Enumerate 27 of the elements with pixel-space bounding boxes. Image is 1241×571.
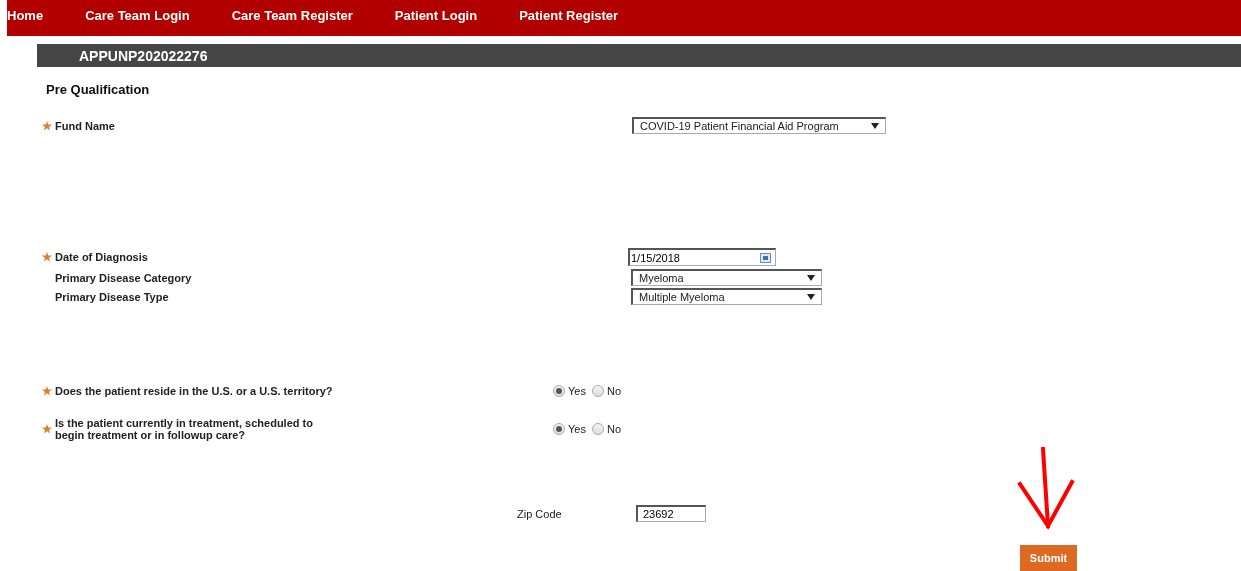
- dropdown[interactable]: COVID-19 Patient Financial Aid Program: [632, 117, 886, 134]
- radio-option[interactable]: Yes: [553, 385, 586, 397]
- nav-link[interactable]: Care Team Register: [231, 8, 353, 23]
- nav-link[interactable]: Care Team Login: [85, 8, 190, 23]
- caret-icon: [871, 123, 879, 129]
- nav-link[interactable]: Patient Login: [394, 8, 478, 23]
- field-label: Primary Disease Category: [55, 271, 192, 284]
- radio-option[interactable]: No: [591, 385, 621, 397]
- field-label: Is the patient currently in treatment, scheduled to begin treatment or in followup care?: [55, 417, 314, 441]
- calendar-icon[interactable]: [760, 252, 771, 263]
- field-label: Zip Code: [517, 507, 563, 520]
- dropdown[interactable]: Multiple Myeloma: [631, 288, 822, 305]
- field-label: Primary Disease Type: [55, 290, 169, 303]
- radio-option[interactable]: No: [591, 423, 621, 435]
- caret-icon: [807, 294, 815, 300]
- date-field[interactable]: 1/15/2018: [628, 248, 776, 266]
- field-label: Does the patient reside in the U.S. or a U.S. territory?: [55, 385, 333, 397]
- zip-code-field[interactable]: 23692: [636, 505, 706, 522]
- caret-icon: [807, 275, 815, 281]
- application-id-bar: APPUNP202022276: [37, 44, 1241, 67]
- radio-option[interactable]: Yes: [553, 423, 586, 435]
- section-title: Pre Qualification: [46, 82, 151, 97]
- dropdown[interactable]: Myeloma: [631, 269, 822, 286]
- field-label: Date of Diagnosis: [55, 251, 148, 263]
- field-label: Fund Name: [55, 119, 115, 132]
- nav-link[interactable]: Home: [7, 8, 44, 23]
- nav-link[interactable]: Patient Register: [519, 8, 619, 23]
